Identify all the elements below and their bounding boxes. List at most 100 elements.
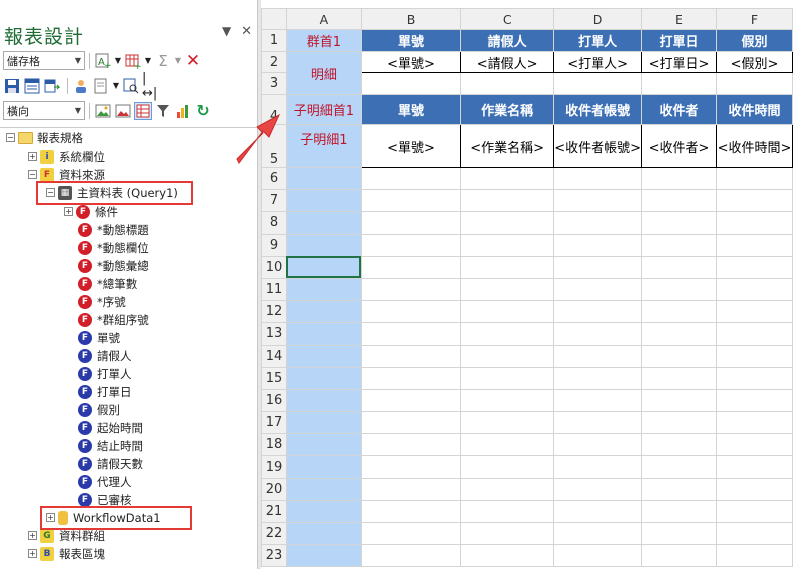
cell[interactable] (641, 521, 717, 546)
field-cell[interactable]: <打單日> (641, 51, 717, 73)
cell[interactable] (460, 366, 555, 390)
tree-node-field[interactable]: F 起始時間 (78, 419, 143, 436)
row-header[interactable]: 21 (261, 499, 287, 524)
cell[interactable] (715, 300, 793, 324)
cell[interactable] (715, 233, 793, 257)
column-header[interactable]: F (715, 8, 793, 30)
row-header[interactable]: 10 (261, 255, 287, 279)
cell[interactable] (360, 233, 462, 257)
pin-dropdown-icon[interactable]: ▼ (222, 24, 231, 38)
row-header[interactable]: 22 (261, 521, 287, 546)
cell[interactable] (641, 366, 717, 390)
tree-node-field[interactable]: F 打單日 (78, 383, 132, 400)
cell[interactable] (641, 189, 717, 213)
row-header[interactable]: 2 (261, 51, 287, 73)
field-cell[interactable]: <單號> (360, 124, 462, 168)
column-header[interactable]: C (460, 8, 555, 30)
cell[interactable] (553, 411, 643, 435)
cell[interactable] (285, 211, 362, 235)
cell[interactable] (360, 544, 462, 568)
cell[interactable] (641, 322, 717, 346)
cell[interactable] (715, 433, 793, 457)
cell[interactable] (641, 388, 717, 413)
cell[interactable] (715, 189, 793, 213)
row-header[interactable]: 18 (261, 433, 287, 457)
row-header[interactable]: 13 (261, 322, 287, 346)
cell[interactable] (641, 433, 717, 457)
close-icon[interactable]: ✕ (241, 24, 252, 39)
header-cell[interactable]: 請假人 (460, 29, 555, 52)
cell[interactable] (460, 277, 555, 302)
cell[interactable] (553, 300, 643, 324)
cell[interactable] (285, 189, 362, 213)
cell[interactable] (553, 433, 643, 457)
cell[interactable] (360, 72, 462, 95)
cell[interactable] (460, 211, 555, 235)
field-cell[interactable]: <打單人> (553, 51, 643, 73)
cell[interactable] (360, 455, 462, 479)
cell[interactable] (285, 322, 362, 346)
header-cell[interactable]: 打單日 (641, 29, 717, 52)
cell[interactable] (285, 166, 362, 191)
band-label-detail[interactable]: 明細 (285, 51, 362, 95)
cell[interactable] (641, 455, 717, 479)
row-header[interactable]: 6 (261, 166, 287, 191)
cell[interactable] (553, 233, 643, 257)
cell-type-select[interactable]: 儲存格 ▼ (3, 51, 85, 70)
cell[interactable] (460, 233, 555, 257)
cell[interactable] (285, 277, 362, 302)
cell[interactable] (460, 255, 555, 279)
cell[interactable] (641, 411, 717, 435)
tree-node-field[interactable]: F *動態標題 (78, 221, 149, 238)
cell[interactable] (553, 388, 643, 413)
cell[interactable] (715, 211, 793, 235)
page-setup-icon[interactable] (92, 77, 110, 95)
row-header[interactable]: 9 (261, 233, 287, 257)
cell[interactable] (641, 72, 717, 95)
cell[interactable] (715, 72, 793, 95)
cell[interactable] (285, 233, 362, 257)
cell[interactable] (553, 72, 643, 95)
cell[interactable] (715, 521, 793, 546)
cell[interactable] (715, 411, 793, 435)
cell[interactable] (553, 344, 643, 368)
cell[interactable] (360, 366, 462, 390)
tree-node-field[interactable]: F 代理人 (78, 473, 132, 490)
cell[interactable] (715, 322, 793, 346)
cell[interactable] (715, 166, 793, 191)
cell[interactable] (460, 344, 555, 368)
header-cell[interactable]: 收件者 (641, 94, 717, 125)
field-cell[interactable]: <收件者帳號> (553, 124, 643, 168)
cell[interactable] (641, 211, 717, 235)
cell[interactable] (715, 388, 793, 413)
cell[interactable] (553, 211, 643, 235)
tree-node-field[interactable]: F *總筆數 (78, 275, 137, 292)
delete-icon[interactable]: ✕ (184, 51, 202, 71)
cell[interactable] (285, 366, 362, 390)
refresh-icon[interactable]: ↻ (194, 101, 212, 120)
field-cell[interactable]: <收件者> (641, 124, 717, 168)
cell[interactable] (460, 544, 555, 568)
cell[interactable] (360, 300, 462, 324)
cell[interactable] (641, 344, 717, 368)
header-cell[interactable]: 作業名稱 (460, 94, 555, 125)
field-cell[interactable]: <請假人> (460, 51, 555, 73)
tree-node-field[interactable]: F *序號 (78, 293, 126, 310)
row-header[interactable]: 23 (261, 544, 287, 568)
save-icon[interactable] (3, 77, 21, 95)
tree-node-field[interactable]: F *動態彙總 (78, 257, 149, 274)
cell[interactable] (360, 499, 462, 524)
sum-icon[interactable]: Σ (154, 52, 172, 70)
grid-toggle-icon[interactable] (134, 101, 152, 120)
cell[interactable] (285, 455, 362, 479)
cell[interactable] (360, 411, 462, 435)
insert-field-icon[interactable]: A + (94, 52, 112, 70)
band-label-group-head[interactable]: 群首1 (285, 29, 362, 52)
tree-node-system-fields[interactable]: + i 系統欄位 (28, 148, 105, 165)
header-cell[interactable]: 打單人 (553, 29, 643, 52)
cell[interactable] (715, 477, 793, 501)
cell[interactable] (285, 499, 362, 524)
cell[interactable] (553, 322, 643, 346)
tree-node-field[interactable]: F 假別 (78, 401, 120, 418)
cell[interactable] (641, 300, 717, 324)
